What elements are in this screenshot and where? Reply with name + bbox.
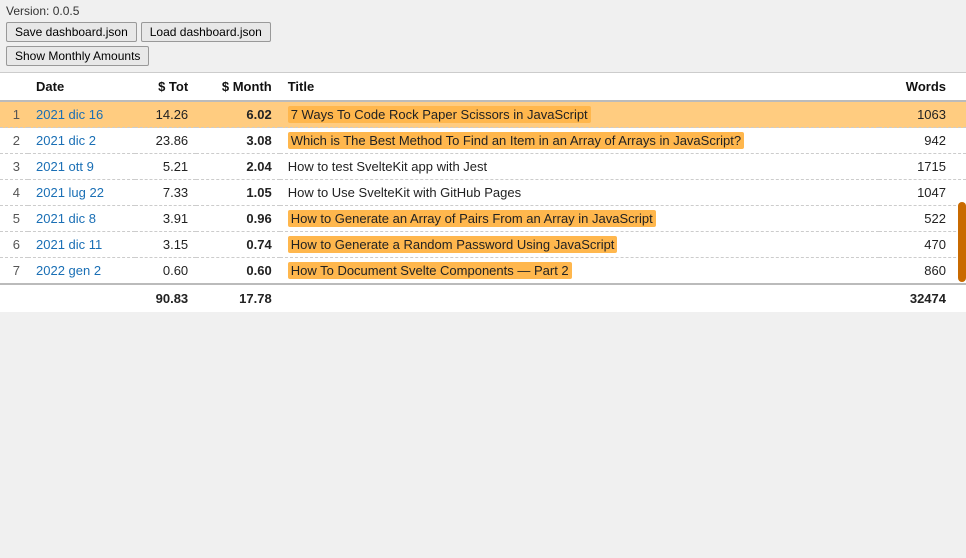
cell-tot: 5.21: [135, 154, 197, 180]
cell-date: 2021 dic 11: [28, 232, 135, 258]
cell-month: 0.60: [196, 258, 280, 285]
cell-index: 1: [0, 101, 28, 128]
cell-index: 6: [0, 232, 28, 258]
cell-words: 522: [879, 206, 966, 232]
cell-title: 7 Ways To Code Rock Paper Scissors in Ja…: [280, 101, 880, 128]
cell-words: 470: [879, 232, 966, 258]
cell-index: 2: [0, 128, 28, 154]
cell-month: 1.05: [196, 180, 280, 206]
footer-month: 17.78: [196, 284, 280, 312]
load-button[interactable]: Load dashboard.json: [141, 22, 271, 42]
cell-words: 860: [879, 258, 966, 285]
footer-tot: 90.83: [135, 284, 197, 312]
footer-empty-1: [0, 284, 28, 312]
version-label: Version: 0.0.5: [6, 4, 960, 18]
col-words: Words: [879, 73, 966, 102]
cell-tot: 3.15: [135, 232, 197, 258]
col-index: [0, 73, 28, 102]
cell-title: How to test SvelteKit app with Jest: [280, 154, 880, 180]
cell-title: How to Generate an Array of Pairs From a…: [280, 206, 880, 232]
cell-tot: 3.91: [135, 206, 197, 232]
cell-date: 2021 lug 22: [28, 180, 135, 206]
col-date: Date: [28, 73, 135, 102]
cell-date: 2021 ott 9: [28, 154, 135, 180]
cell-date: 2021 dic 2: [28, 128, 135, 154]
cell-tot: 23.86: [135, 128, 197, 154]
cell-tot: 14.26: [135, 101, 197, 128]
cell-title: How To Document Svelte Components — Part…: [280, 258, 880, 285]
scrollbar[interactable]: [958, 202, 966, 282]
cell-month: 0.74: [196, 232, 280, 258]
cell-words: 1715: [879, 154, 966, 180]
cell-words: 1063: [879, 101, 966, 128]
col-tot: $ Tot: [135, 73, 197, 102]
show-monthly-button[interactable]: Show Monthly Amounts: [6, 46, 149, 66]
table-footer-row: 90.83 17.78 32474: [0, 284, 966, 312]
col-month: $ Month: [196, 73, 280, 102]
cell-month: 2.04: [196, 154, 280, 180]
col-title: Title: [280, 73, 880, 102]
cell-month: 0.96: [196, 206, 280, 232]
cell-month: 3.08: [196, 128, 280, 154]
save-button[interactable]: Save dashboard.json: [6, 22, 137, 42]
footer-empty-3: [280, 284, 880, 312]
table-row: 52021 dic 83.910.96How to Generate an Ar…: [0, 206, 966, 232]
table-row: 62021 dic 113.150.74How to Generate a Ra…: [0, 232, 966, 258]
cell-title: How to Generate a Random Password Using …: [280, 232, 880, 258]
cell-index: 7: [0, 258, 28, 285]
cell-title: How to Use SvelteKit with GitHub Pages: [280, 180, 880, 206]
cell-title: Which is The Best Method To Find an Item…: [280, 128, 880, 154]
cell-tot: 7.33: [135, 180, 197, 206]
cell-date: 2021 dic 8: [28, 206, 135, 232]
cell-index: 3: [0, 154, 28, 180]
cell-date: 2021 dic 16: [28, 101, 135, 128]
cell-tot: 0.60: [135, 258, 197, 285]
cell-words: 942: [879, 128, 966, 154]
cell-words: 1047: [879, 180, 966, 206]
cell-index: 5: [0, 206, 28, 232]
table-row: 12021 dic 1614.266.027 Ways To Code Rock…: [0, 101, 966, 128]
footer-empty-2: [28, 284, 135, 312]
table-row: 42021 lug 227.331.05How to Use SvelteKit…: [0, 180, 966, 206]
table-row: 72022 gen 20.600.60How To Document Svelt…: [0, 258, 966, 285]
main-table: Date $ Tot $ Month Title Words 12021 dic…: [0, 72, 966, 312]
cell-index: 4: [0, 180, 28, 206]
cell-month: 6.02: [196, 101, 280, 128]
cell-date: 2022 gen 2: [28, 258, 135, 285]
footer-words: 32474: [879, 284, 966, 312]
table-header-row: Date $ Tot $ Month Title Words: [0, 73, 966, 102]
table-row: 32021 ott 95.212.04How to test SvelteKit…: [0, 154, 966, 180]
table-row: 22021 dic 223.863.08Which is The Best Me…: [0, 128, 966, 154]
